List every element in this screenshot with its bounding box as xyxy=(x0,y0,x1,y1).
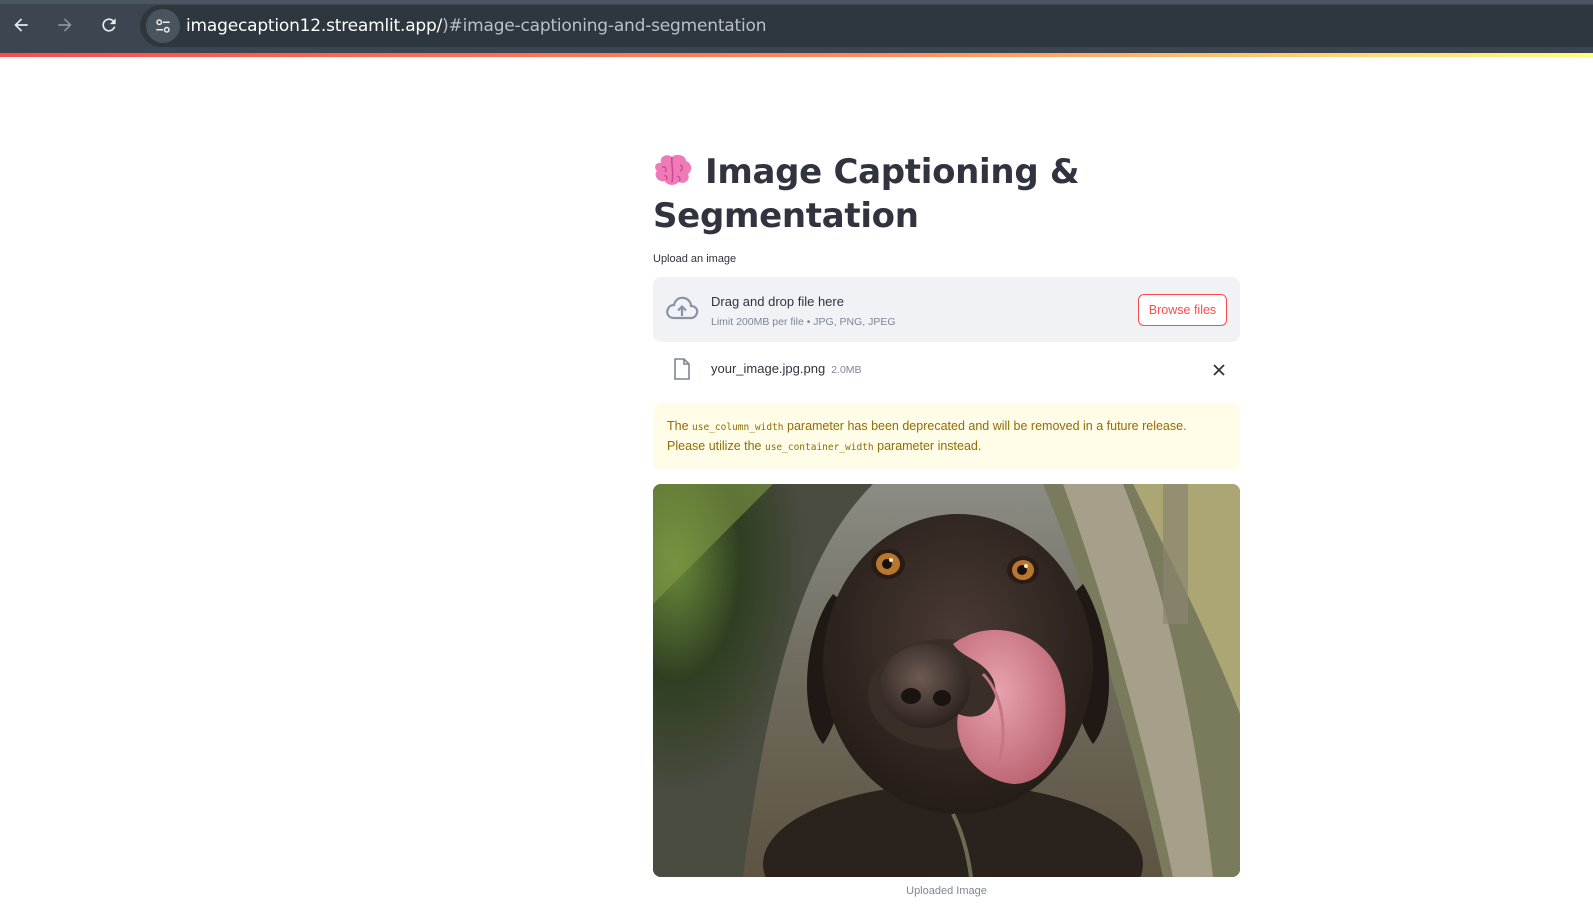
address-bar[interactable]: imagecaption12.streamlit.app/)#image-cap… xyxy=(140,5,1593,47)
reload-icon xyxy=(102,18,116,32)
warning-text-1: The xyxy=(667,419,693,433)
image-caption: Uploaded Image xyxy=(906,885,987,897)
dog-photo xyxy=(653,484,1240,877)
warning-code-1: use_column_width xyxy=(692,422,784,433)
main-block: Image Captioning & Segmentation xyxy=(653,150,1240,238)
arrow-left-icon xyxy=(14,18,28,32)
upload-label: Upload an image xyxy=(653,253,737,265)
tune-icon xyxy=(156,19,170,33)
reload-button[interactable] xyxy=(96,10,122,40)
file-dropzone[interactable]: Drag and drop file here Limit 200MB per … xyxy=(653,277,1240,342)
warning-text-3: parameter instead. xyxy=(873,439,982,453)
file-name: your_image.jpg.png 2.0MB xyxy=(711,361,862,376)
url-path: )#image-captioning-and-segmentation xyxy=(442,16,767,36)
toolbar-top-border xyxy=(0,0,1593,4)
uploaded-image xyxy=(653,484,1240,877)
file-size: 2.0MB xyxy=(831,364,862,376)
close-icon[interactable] xyxy=(1212,363,1226,377)
dropzone-subtitle: Limit 200MB per file • JPG, PNG, JPEG xyxy=(711,316,896,328)
page-title: Image Captioning & Segmentation xyxy=(653,150,1240,238)
cloud-upload-icon xyxy=(666,296,699,320)
url-host: imagecaption12.streamlit.app/ xyxy=(186,16,443,36)
file-name-text: your_image.jpg.png xyxy=(711,361,826,376)
browse-files-button[interactable]: Browse files xyxy=(1138,294,1227,326)
browser-toolbar: imagecaption12.streamlit.app/)#image-cap… xyxy=(0,0,1593,53)
deprecation-warning: The use_column_width parameter has been … xyxy=(653,403,1240,470)
dropzone-title: Drag and drop file here xyxy=(711,294,844,309)
warning-code-2: use_container_width xyxy=(764,442,874,453)
uploaded-file-item: your_image.jpg.png 2.0MB xyxy=(653,355,1240,385)
site-info-button[interactable] xyxy=(146,9,180,43)
back-button[interactable] xyxy=(8,10,34,40)
title-line-1: Image Captioning & xyxy=(705,152,1080,192)
brain-emoji-icon xyxy=(655,154,692,185)
file-icon xyxy=(674,358,690,380)
url-text[interactable]: imagecaption12.streamlit.app/)#image-cap… xyxy=(186,16,766,36)
streamlit-header-decoration xyxy=(0,53,1593,57)
title-line-2: Segmentation xyxy=(653,196,919,236)
forward-button[interactable] xyxy=(52,10,78,40)
arrow-right-icon xyxy=(58,18,72,32)
